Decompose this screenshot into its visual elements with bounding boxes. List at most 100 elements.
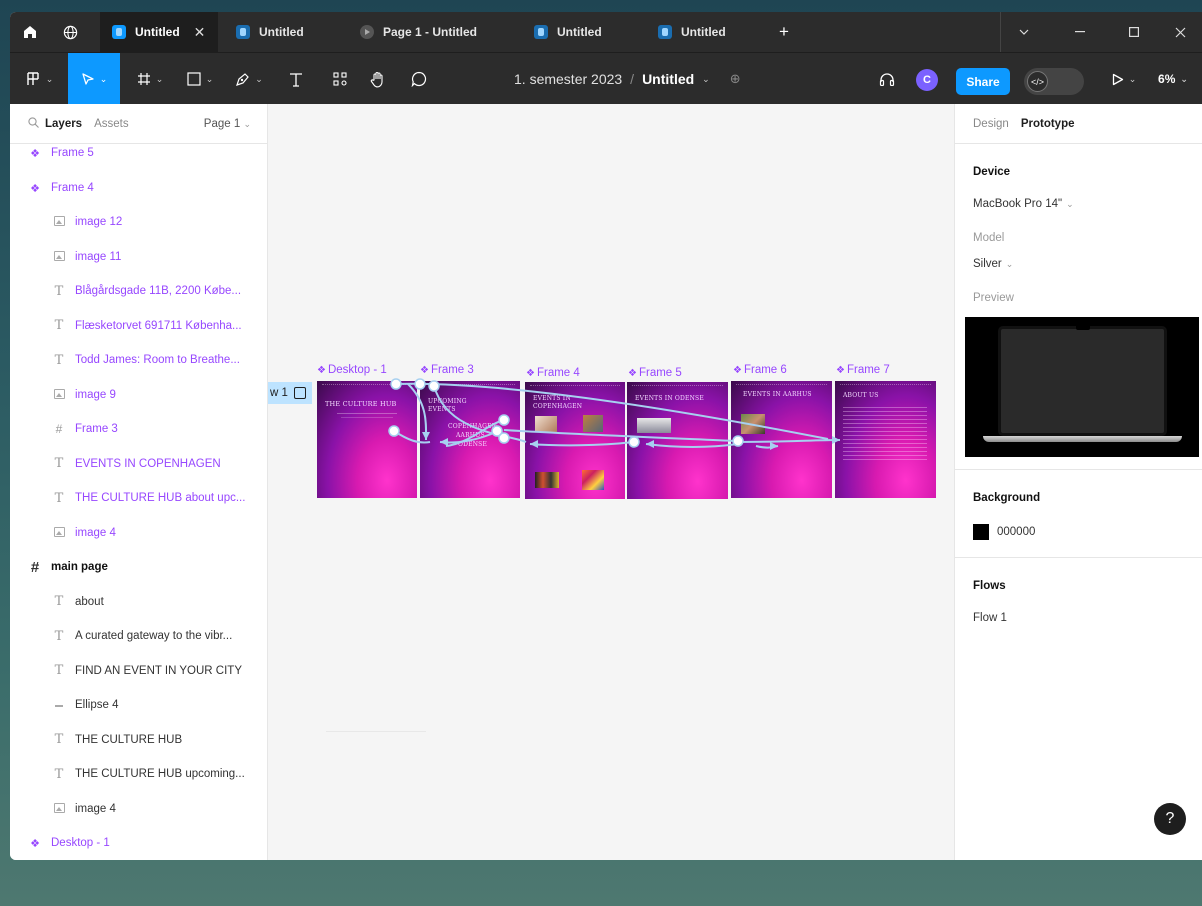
new-tab-plus-icon[interactable]: + (766, 12, 802, 52)
text-tool-button[interactable] (282, 53, 310, 105)
frame-5[interactable]: EVENTS IN ODENSE (627, 382, 728, 499)
headphones-icon (879, 73, 895, 86)
pen-tool-button[interactable]: ⌄ (224, 53, 274, 105)
layer-row[interactable]: T Flæsketorvet 691711 Københa... (10, 309, 267, 344)
home-icon[interactable] (12, 12, 48, 52)
frame-tool-button[interactable]: ⌄ (126, 53, 174, 105)
present-button[interactable]: ⌄ (1102, 53, 1146, 105)
layer-row[interactable]: image 11 (10, 240, 267, 275)
tab-untitled-4[interactable]: Untitled (648, 12, 766, 52)
frame-icon: # (30, 558, 40, 576)
frame-desktop-1[interactable]: THE CULTURE HUB (317, 381, 417, 498)
chevron-down-icon[interactable] (1004, 12, 1044, 52)
text-icon: T (54, 766, 64, 782)
layer-row[interactable]: image 4 (10, 516, 267, 551)
page-selector[interactable]: Page 1 ⌄ (204, 118, 251, 130)
frame-label-frame-7[interactable]: ❖ Frame 7 (836, 364, 890, 376)
layer-label: Desktop - 1 (51, 837, 110, 850)
event-image (637, 418, 671, 433)
tab-layers[interactable]: Layers (45, 118, 82, 130)
frame-label-frame-4[interactable]: ❖ Frame 4 (526, 367, 580, 379)
code-icon: </> (1027, 71, 1048, 92)
tab-prototype[interactable]: Prototype (1021, 118, 1075, 130)
divider (1000, 12, 1001, 52)
close-tab-icon[interactable]: ✕ (194, 24, 206, 41)
zoom-dropdown[interactable]: 6% ⌄ (1148, 53, 1198, 105)
avatar[interactable]: C (916, 69, 938, 91)
hand-tool-button[interactable] (364, 53, 392, 105)
tab-design[interactable]: Design (973, 118, 1009, 130)
audio-headphones-button[interactable] (874, 53, 900, 105)
tab-untitled-3[interactable]: Untitled (524, 12, 642, 52)
background-color-field[interactable]: 000000 (973, 524, 1035, 540)
background-hex[interactable]: 000000 (997, 526, 1035, 538)
search-icon[interactable] (28, 116, 39, 131)
frame-label-frame-5[interactable]: ❖ Frame 5 (628, 367, 682, 379)
layer-row[interactable]: # Frame 3 (10, 412, 267, 447)
frame-3[interactable]: UPCOMING EVENTS COPENHAGEN AARHUS ODENSE (420, 381, 520, 498)
layer-row[interactable]: T THE CULTURE HUB (10, 723, 267, 758)
device-preview (965, 317, 1199, 457)
frame-label-desktop-1[interactable]: ❖ Desktop - 1 (317, 364, 387, 376)
layer-row[interactable]: ❖ Frame 5 (10, 136, 267, 171)
frame-title: EVENTS IN ODENSE (635, 395, 704, 402)
layer-row[interactable]: T Blågårdsgade 11B, 2200 Købe... (10, 274, 267, 309)
text-icon: T (54, 490, 64, 506)
share-button[interactable]: Share (956, 68, 1010, 95)
help-button[interactable]: ? (1154, 803, 1186, 835)
main-menu-button[interactable]: ⌄ (14, 53, 64, 105)
page-selector-label: Page 1 (203, 117, 241, 130)
tab-page1-untitled[interactable]: Page 1 - Untitled (350, 12, 510, 52)
layer-label: image 9 (75, 388, 116, 401)
frame-7[interactable]: ABOUT US (835, 381, 936, 498)
dev-mode-toggle[interactable]: </> (1024, 68, 1084, 95)
layer-row[interactable]: T Todd James: Room to Breathe... (10, 343, 267, 378)
minimize-icon[interactable] (1060, 12, 1100, 52)
resources-button[interactable] (326, 53, 354, 105)
layer-row[interactable]: T EVENTS IN COPENHAGEN (10, 447, 267, 482)
maximize-icon[interactable] (1114, 12, 1154, 52)
frame-label-frame-6[interactable]: ❖ Frame 6 (733, 364, 787, 376)
tab-untitled-2[interactable]: Untitled (224, 12, 342, 52)
tab-assets[interactable]: Assets (94, 118, 129, 130)
tab-label: Untitled (135, 25, 180, 39)
close-window-icon[interactable] (1160, 12, 1200, 52)
comment-icon (411, 71, 427, 87)
layer-label: Frame 4 (51, 181, 94, 194)
layer-row[interactable]: ❖ Frame 4 (10, 171, 267, 206)
tab-untitled-1[interactable]: Untitled ✕ (100, 12, 218, 52)
layer-row[interactable]: # main page (10, 550, 267, 585)
color-swatch[interactable] (973, 524, 989, 540)
layer-row[interactable]: Ellipse 4 (10, 688, 267, 723)
comment-tool-button[interactable] (404, 53, 434, 105)
flow-starting-point[interactable]: w 1 (268, 382, 312, 404)
move-tool-button[interactable]: ⌄ (68, 53, 120, 105)
layer-row[interactable]: Tabout (10, 585, 267, 620)
layer-row[interactable]: ❖ Desktop - 1 (10, 826, 267, 860)
model-dropdown[interactable]: Silver ⌄ (973, 258, 1013, 270)
about-text-block (843, 407, 927, 463)
globe-icon[interactable]: ⊕ (730, 71, 741, 87)
chevron-down-icon[interactable]: ⌄ (702, 74, 710, 85)
shape-tool-button[interactable]: ⌄ (176, 53, 224, 105)
layer-row[interactable]: image 9 (10, 378, 267, 413)
layer-row[interactable]: image 12 (10, 205, 267, 240)
layer-row[interactable]: T A curated gateway to the vibr... (10, 619, 267, 654)
file-breadcrumb[interactable]: 1. semester 2023 / Untitled ⌄ ⊕ (514, 53, 741, 105)
layer-row[interactable]: T THE CULTURE HUB upcoming... (10, 757, 267, 792)
project-name[interactable]: 1. semester 2023 (514, 71, 622, 87)
canvas[interactable]: w 1 ❖ Desktop - 1 ❖ Frame 3 ❖ Frame 4 ❖ Fram… (268, 104, 954, 860)
file-name[interactable]: Untitled (642, 71, 694, 87)
frame-title: UPCOMING EVENTS (428, 398, 467, 413)
flow-item[interactable]: Flow 1 (973, 612, 1007, 624)
layer-row[interactable]: T THE CULTURE HUB about upc... (10, 481, 267, 516)
layer-row[interactable]: T FIND AN EVENT IN YOUR CITY (10, 654, 267, 689)
device-dropdown[interactable]: MacBook Pro 14" ⌄ (973, 198, 1074, 210)
frame-label-frame-3[interactable]: ❖ Frame 3 (420, 364, 474, 376)
frame-4[interactable]: EVENTS IN COPENHAGEN (525, 382, 625, 499)
community-globe-icon[interactable] (52, 12, 88, 52)
layer-row[interactable]: image 4 (10, 792, 267, 827)
layer-label: image 4 (75, 526, 116, 539)
layer-label: THE CULTURE HUB about upc... (75, 492, 246, 505)
frame-6[interactable]: EVENTS IN AARHUS (731, 381, 832, 498)
